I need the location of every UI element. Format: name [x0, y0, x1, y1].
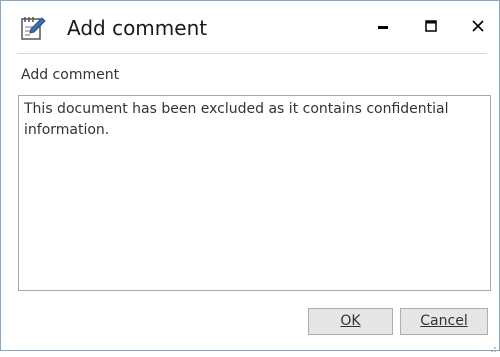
ok-button[interactable]: OK	[308, 308, 393, 335]
cancel-button[interactable]: Cancel	[400, 308, 488, 335]
dialog-title: Add comment	[67, 16, 208, 40]
resize-grip-icon[interactable]	[487, 338, 497, 352]
minimize-icon	[377, 17, 389, 36]
close-button[interactable]	[463, 11, 493, 41]
cancel-button-label: Cancel	[420, 313, 468, 329]
title-divider	[17, 53, 487, 54]
close-icon	[472, 17, 484, 36]
title-bar: Add comment	[1, 1, 499, 53]
comment-textarea[interactable]: This document has been excluded as it co…	[18, 95, 491, 291]
ok-button-label: OK	[340, 313, 361, 329]
minimize-button[interactable]	[368, 11, 398, 41]
maximize-button[interactable]	[416, 11, 446, 41]
comment-label: Add comment	[21, 67, 120, 83]
maximize-icon	[425, 17, 437, 36]
edit-note-icon	[19, 14, 47, 42]
add-comment-dialog: Add comment Add comment This document ha…	[0, 0, 500, 352]
